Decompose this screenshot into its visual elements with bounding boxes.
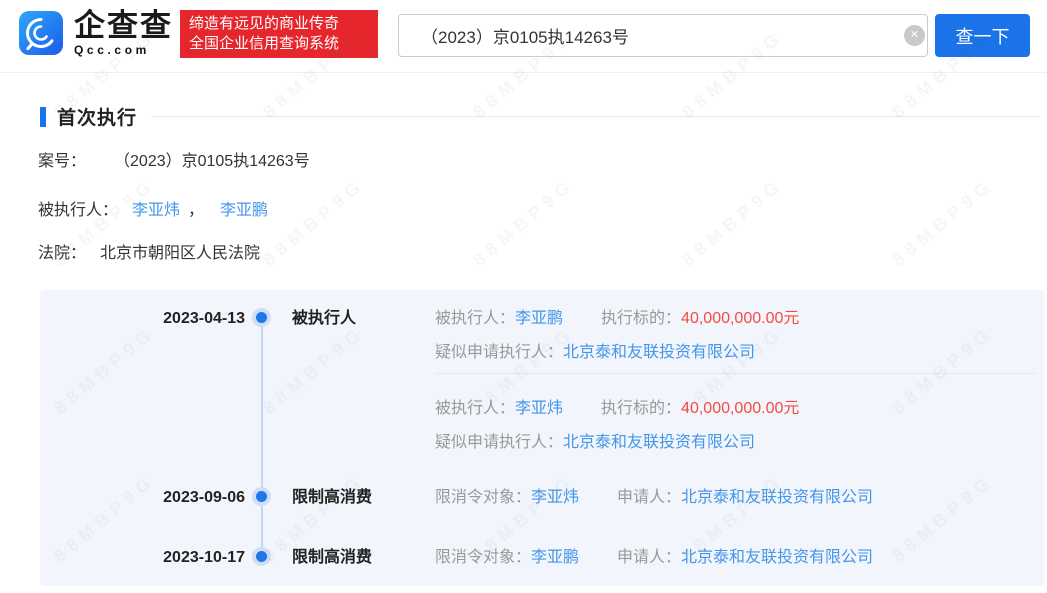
detail-line: 被执行人： 李亚鹏 执行标的： 40,000,000.00元 — [435, 308, 1044, 330]
detail-line: 限消令对象： 李亚鹏 申请人： 北京泰和友联投资有限公司 — [435, 547, 1044, 569]
dot-gap — [245, 487, 292, 509]
qcc-logo-icon[interactable] — [19, 11, 63, 55]
restricted-person-link[interactable]: 李亚炜 — [531, 487, 579, 509]
search-input[interactable] — [398, 14, 928, 57]
executee-link-2[interactable]: 李亚鹏 — [220, 196, 268, 220]
suspected-applicant-link[interactable]: 北京泰和友联投资有限公司 — [563, 342, 755, 364]
header: 企查查 Qcc.com 缔造有远见的商业传奇 全国企业信用查询系统 ✕ 查一下 — [0, 0, 1047, 73]
event-date: 2023-04-13 — [163, 310, 245, 327]
section-header: 首次执行 — [40, 103, 1040, 130]
executee-link[interactable]: 李亚鹏 — [515, 308, 563, 330]
detail-line: 疑似申请执行人： 北京泰和友联投资有限公司 — [435, 432, 1044, 454]
title-accent-bar — [40, 106, 46, 127]
case-number-value: （2023）京0105执14263号 — [114, 153, 310, 170]
target-amount-value: 40,000,000.00元 — [681, 400, 800, 417]
brand-name-cn: 企查查 — [74, 8, 173, 43]
executee-separator: ， — [188, 202, 205, 219]
detail-line: 被执行人： 李亚炜 执行标的： 40,000,000.00元 — [435, 398, 1044, 420]
search-button[interactable]: 查一下 — [935, 14, 1030, 57]
executee-link-1[interactable]: 李亚炜 — [132, 196, 180, 220]
restricted-person-label: 限消令对象： — [435, 489, 532, 506]
slogan-line1: 缔造有远见的商业传奇 — [189, 15, 340, 32]
applicant-link[interactable]: 北京泰和友联投资有限公司 — [681, 547, 873, 569]
title-divider — [151, 116, 1040, 117]
clear-search-icon[interactable]: ✕ — [904, 25, 925, 46]
applicant-label: 申请人： — [617, 489, 682, 506]
timeline-row-1b: 被执行人： 李亚炜 执行标的： 40,000,000.00元 疑似申请执行人： … — [435, 398, 1044, 454]
page-title: 首次执行 — [57, 108, 138, 129]
court-label: 法院： — [38, 245, 87, 262]
restricted-person-label: 限消令对象： — [435, 549, 532, 566]
applicant-link[interactable]: 北京泰和友联投资有限公司 — [681, 487, 873, 509]
event-type: 限制高消费 — [292, 489, 373, 506]
event-type: 限制高消费 — [292, 549, 373, 566]
timeline-row-3: 2023-10-17 限制高消费 限消令对象： 李亚鹏 申请人： 北京泰和友联投… — [40, 547, 1044, 569]
target-amount-value: 40,000,000.00元 — [681, 310, 800, 327]
court-value: 北京市朝阳区人民法院 — [100, 245, 261, 262]
page: 企查查 Qcc.com 缔造有远见的商业传奇 全国企业信用查询系统 ✕ 查一下 … — [0, 0, 1047, 593]
applicant-label: 申请人： — [617, 549, 682, 566]
dot-gap — [245, 547, 292, 569]
executee-label: 被执行人： — [435, 310, 516, 327]
event-content: 限消令对象： 李亚鹏 申请人： 北京泰和友联投资有限公司 — [435, 547, 1044, 569]
detail-line: 疑似申请执行人： 北京泰和友联投资有限公司 — [435, 342, 1044, 364]
executee-label: 被执行人： — [38, 202, 119, 219]
slogan-line2: 全国企业信用查询系统 — [189, 35, 340, 52]
target-amount-label: 执行标的： — [601, 310, 682, 327]
block-divider — [435, 373, 1035, 374]
case-number-label: 案号： — [38, 153, 87, 170]
case-number-row: 案号： （2023）京0105执14263号 — [38, 147, 310, 171]
dot-gap — [245, 308, 292, 364]
suspected-applicant-label: 疑似申请执行人： — [435, 434, 564, 451]
event-content: 被执行人： 李亚鹏 执行标的： 40,000,000.00元 疑似申请执行人： … — [435, 308, 1044, 364]
executee-link[interactable]: 李亚炜 — [515, 398, 563, 420]
event-type: 被执行人 — [292, 310, 357, 327]
timeline-row-1: 2023-04-13 被执行人 被执行人： 李亚鹏 执行标的： 40,000,0… — [40, 308, 1044, 364]
event-content: 限消令对象： 李亚炜 申请人： 北京泰和友联投资有限公司 — [435, 487, 1044, 509]
timeline-panel: 2023-04-13 被执行人 被执行人： 李亚鹏 执行标的： 40,000,0… — [40, 290, 1044, 586]
suspected-applicant-label: 疑似申请执行人： — [435, 344, 564, 361]
brand-wordmark[interactable]: 企查查 Qcc.com — [74, 9, 173, 57]
brand-name-en: Qcc.com — [74, 43, 150, 57]
event-date: 2023-10-17 — [163, 549, 245, 566]
timeline-row-2: 2023-09-06 限制高消费 限消令对象： 李亚炜 申请人： 北京泰和友联投… — [40, 487, 1044, 509]
event-date: 2023-09-06 — [163, 489, 245, 506]
qcc-logo-svg — [19, 11, 63, 55]
court-row: 法院： 北京市朝阳区人民法院 — [38, 239, 260, 263]
slogan-banner: 缔造有远见的商业传奇 全国企业信用查询系统 — [180, 10, 378, 58]
suspected-applicant-link[interactable]: 北京泰和友联投资有限公司 — [563, 432, 755, 454]
executee-row: 被执行人： 李亚炜 ， 李亚鹏 — [38, 196, 268, 220]
restricted-person-link[interactable]: 李亚鹏 — [531, 547, 579, 569]
target-amount-label: 执行标的： — [601, 400, 682, 417]
executee-label: 被执行人： — [435, 400, 516, 417]
detail-line: 限消令对象： 李亚炜 申请人： 北京泰和友联投资有限公司 — [435, 487, 1044, 509]
